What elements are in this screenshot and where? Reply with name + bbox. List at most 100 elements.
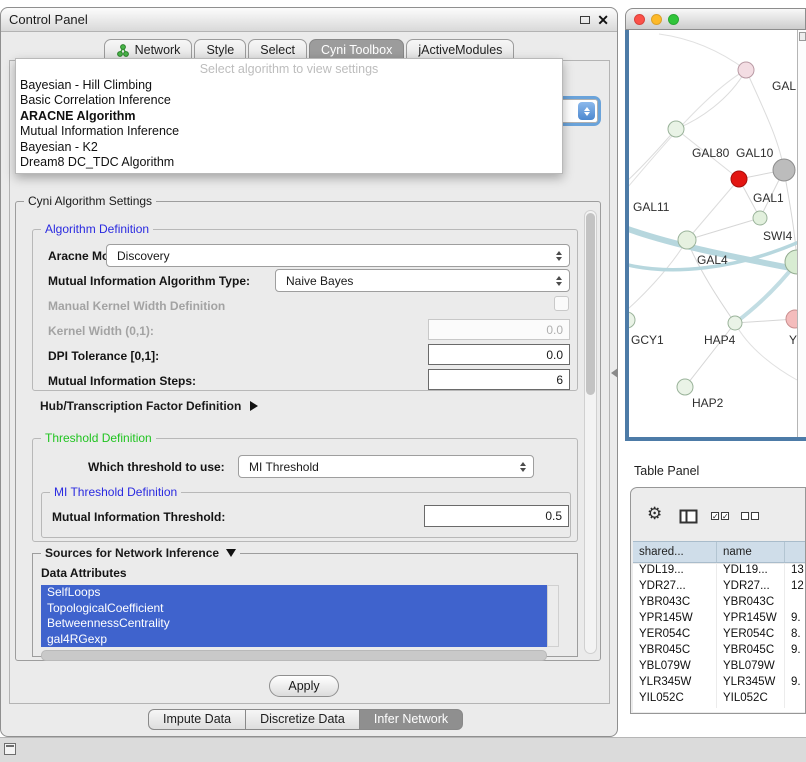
network-node-label: GAL10 [736,146,774,160]
settings-vertical-scrollbar[interactable] [584,210,597,654]
algorithm-definition-title: Algorithm Definition [41,222,153,236]
data-attributes-label: Data Attributes [41,566,127,580]
table-cell: YDL19... [717,564,785,580]
node-red[interactable] [731,171,747,187]
network-node-label: GAL11 [633,200,670,214]
network-edge [659,34,746,70]
attribute-list-item[interactable]: gal4RGexp [41,632,547,648]
checked-box-icon: ✓ [721,512,729,520]
mi-steps-field[interactable]: 6 [428,369,570,390]
node-mid-green[interactable] [728,316,742,330]
close-icon[interactable]: ✕ [597,10,609,30]
select-all-rows-icon[interactable]: ✓ ✓ [711,512,729,520]
hub-transcription-factor-expander[interactable]: Hub/Transcription Factor Definition [40,399,258,413]
attribute-list-item[interactable]: SelfLoops [41,585,547,601]
network-canvas[interactable]: GALGAL80GAL10GAL1GAL11SWI4GAL4GCY1HAP4YH… [629,30,799,437]
dropdown-item[interactable]: Mutual Information Inference [16,124,562,139]
attributes-horizontal-scrollbar[interactable] [41,650,547,661]
column-header-extra[interactable] [785,542,805,562]
sources-section-expander[interactable]: Sources for Network Inference [41,546,240,560]
bottom-action-tabs: Impute Data Discretize Data Infer Networ… [148,709,463,730]
tab-label: Select [260,43,295,57]
empty-box-icon [741,512,749,520]
node-green-a[interactable] [668,121,684,137]
table-cell: YBR043C [633,596,717,612]
column-visibility-icon[interactable] [679,509,698,524]
mi-threshold-field[interactable]: 0.5 [424,505,569,527]
settings-group-title: Cyni Algorithm Settings [24,194,156,208]
table-cell: YBL079W [717,660,785,676]
combobox-arrow-button[interactable] [578,102,595,120]
node-gal1-green[interactable] [753,211,767,225]
network-node-label: SWI4 [763,229,793,243]
apply-button[interactable]: Apply [269,675,339,697]
mi-threshold-definition-title: MI Threshold Definition [50,485,181,499]
dropdown-item[interactable]: Bayesian - Hill Climbing [16,78,562,93]
network-node-label: GAL1 [753,191,784,205]
table-cell: YBR043C [717,596,785,612]
table-row[interactable]: YDL19...YDL19...13 [633,564,805,580]
table-row[interactable]: YDR27...YDR27...12 [633,580,805,596]
float-window-icon[interactable] [580,16,590,24]
table-cell: 9. [785,612,805,628]
network-window-titlebar[interactable] [625,8,806,30]
column-header-name[interactable]: name [717,542,785,562]
tab-label: Cyni Toolbox [321,43,392,57]
attribute-list-item[interactable]: TopologicalCoefficient [41,601,547,617]
table-cell: YPR145W [717,612,785,628]
table-row[interactable]: YBR045CYBR045C9. [633,644,805,660]
dropdown-item[interactable]: Bayesian - K2 [16,140,562,155]
table-body: YDL19...YDL19...13YDR27...YDR27...12YBR0… [633,564,805,712]
node-left-edge[interactable] [629,312,635,328]
network-view-window: GALGAL80GAL10GAL1GAL11SWI4GAL4GCY1HAP4YH… [625,8,806,441]
mi-threshold-value: 0.5 [545,509,562,523]
discretize-data-tab[interactable]: Discretize Data [245,709,360,730]
dpi-tolerance-value: 0.0 [546,348,563,362]
taskbar-window-icon[interactable] [4,743,16,755]
table-row[interactable]: YLR345WYLR345W9. [633,676,805,692]
attributes-vertical-scrollbar[interactable] [547,585,559,647]
column-header-shared-name[interactable]: shared... [633,542,717,562]
node-hap2-green[interactable] [677,379,693,395]
aracne-mode-combobox[interactable]: Discovery [106,244,570,267]
which-threshold-combobox[interactable]: MI Threshold [238,455,534,478]
manual-kernel-width-checkbox [554,296,569,311]
table-cell: 9. [785,644,805,660]
mi-algorithm-type-combobox[interactable]: Naive Bayes [275,269,570,292]
table-settings-gear-icon[interactable]: ⚙ [647,505,662,522]
table-cell: YLR345W [633,676,717,692]
close-traffic-light[interactable] [634,14,645,25]
impute-data-tab[interactable]: Impute Data [148,709,246,730]
infer-network-tab[interactable]: Infer Network [359,709,463,730]
threshold-definition-group: Threshold Definition Which threshold to … [32,438,578,542]
dropdown-item[interactable]: Basic Correlation Inference [16,93,562,108]
table-row[interactable]: YBL079WYBL079W [633,660,805,676]
node-pink-top[interactable] [738,62,754,78]
zoom-traffic-light[interactable] [668,14,679,25]
table-row[interactable]: YPR145WYPR145W9. [633,612,805,628]
network-node-label: Y [789,333,797,347]
table-cell: 8. [785,628,805,644]
empty-box-icon [751,512,759,520]
deselect-all-rows-icon[interactable] [741,512,759,520]
dropdown-item-highlighted[interactable]: ARACNE Algorithm [16,109,562,124]
dpi-tolerance-field[interactable]: 0.0 [428,344,570,365]
node-gal4-green[interactable] [678,231,696,249]
scrollbar-thumb[interactable] [586,213,595,395]
table-row[interactable]: YER054CYER054C8. [633,628,805,644]
table-row[interactable]: YBR043CYBR043C [633,596,805,612]
table-row[interactable]: YIL052CYIL052C [633,692,805,708]
table-cell: 9. [785,676,805,692]
table-cell: YER054C [717,628,785,644]
dropdown-item[interactable]: Dream8 DC_TDC Algorithm [16,155,562,170]
minimize-traffic-light[interactable] [651,14,662,25]
attribute-list-item[interactable]: BetweennessCentrality [41,616,547,632]
network-edge [629,240,687,315]
mi-threshold-label: Mutual Information Threshold: [52,510,225,524]
node-gal10-gray[interactable] [773,159,795,181]
network-vertical-scrollbar[interactable] [797,30,806,437]
birdseye-view-button[interactable] [799,32,806,41]
panel-resize-handle[interactable] [611,368,618,378]
control-panel-titlebar[interactable]: Control Panel ✕ [1,8,617,32]
table-cell: YDR27... [633,580,717,596]
